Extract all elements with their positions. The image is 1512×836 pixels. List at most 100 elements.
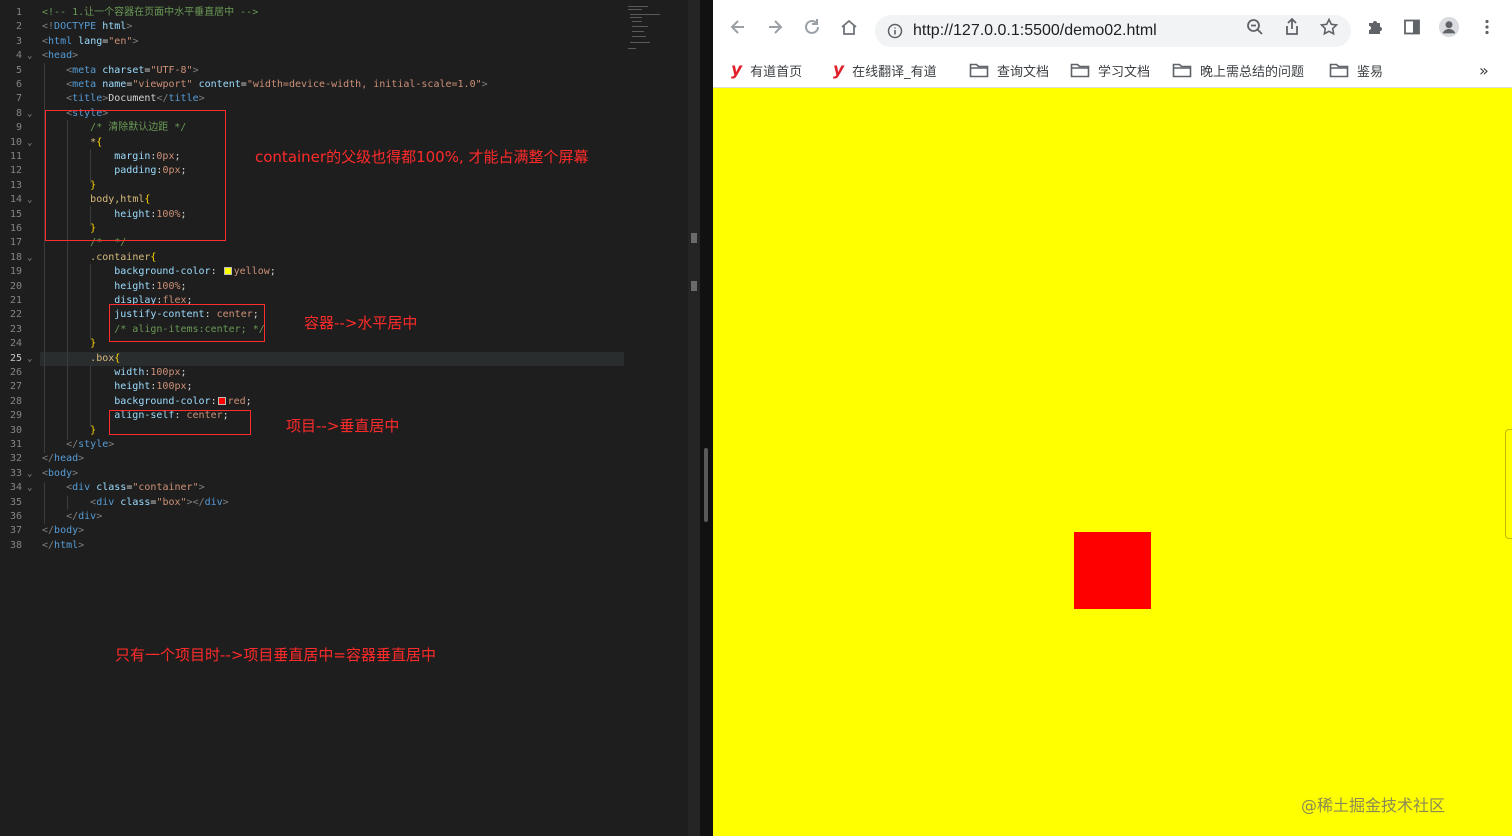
reload-icon <box>805 19 819 34</box>
code-line[interactable]: } <box>42 337 96 351</box>
code-token: > <box>481 79 488 90</box>
code-line[interactable]: </body> <box>42 524 84 538</box>
code-token: "container" <box>132 482 199 494</box>
code-line[interactable]: height:100px; <box>42 380 193 394</box>
code-line[interactable]: </html> <box>42 539 84 553</box>
code-token: 100px <box>150 367 181 378</box>
bookmark-folder-docs[interactable]: 查询文档 <box>969 52 1049 88</box>
share-button[interactable] <box>1281 16 1303 38</box>
code-token: title <box>168 93 199 105</box>
fold-chevron-icon[interactable]: ⌄ <box>27 251 32 265</box>
line-number: 33 <box>9 467 22 479</box>
code-token: ; <box>186 381 193 393</box>
code-token: class <box>120 496 151 508</box>
code-token: html <box>102 21 127 33</box>
code-token: name <box>102 79 127 90</box>
reload-button[interactable] <box>801 16 823 38</box>
line-number: 34 <box>9 482 22 494</box>
fold-chevron-icon[interactable]: ⌄ <box>27 107 32 121</box>
code-line[interactable]: <div class="container"> <box>42 481 205 495</box>
fold-chevron-icon[interactable]: ⌄ <box>27 136 32 150</box>
color-swatch[interactable] <box>223 267 232 276</box>
code-token: { <box>114 352 121 364</box>
code-line[interactable]: <!-- 1.让一个容器在页面中水平垂直居中 --> <box>42 6 258 20</box>
bookmark-youdao-home[interactable]: y 有道首页 <box>731 52 802 88</box>
code-line[interactable]: </div> <box>42 510 102 524</box>
page-viewport[interactable]: @稀土掘金技术社区 <box>713 89 1512 836</box>
extensions-button[interactable] <box>1364 16 1386 38</box>
code-line[interactable]: </head> <box>42 452 84 466</box>
zoom-button[interactable] <box>1244 16 1266 38</box>
code-line[interactable]: } <box>42 424 96 438</box>
code-line[interactable]: <head> <box>42 49 78 63</box>
code-token: </ <box>42 525 55 537</box>
more-bookmarks-button[interactable]: » <box>1479 52 1489 88</box>
code-token: charset <box>102 64 145 76</box>
code-token: div <box>72 482 91 494</box>
bookmark-youdao-translate[interactable]: y 在线翻译_有道 <box>833 52 937 88</box>
code-line[interactable]: <html lang="en"> <box>42 35 138 49</box>
code-token: div <box>78 511 97 522</box>
bookmark-folder-jianyi[interactable]: 鉴易 <box>1329 52 1383 88</box>
code-line[interactable]: height:100%; <box>42 280 187 294</box>
arrow-right-icon <box>769 20 783 34</box>
code-token: <!-- 1.让一个容器在页面中水平垂直居中 --> <box>42 7 259 18</box>
code-line[interactable]: <meta charset="UTF-8"> <box>42 64 199 78</box>
editor-scrollbar[interactable] <box>688 0 700 836</box>
code-line[interactable]: <!DOCTYPE html> <box>42 20 132 34</box>
fold-chevron-icon[interactable]: ⌄ <box>27 481 32 495</box>
browser-window: http://127.0.0.1:5500/demo02.html y 有道首页 <box>713 0 1512 836</box>
bookmark-folder-evening[interactable]: 晚上需总结的问题 <box>1172 52 1304 88</box>
code-token: background-color <box>114 395 211 407</box>
code-line[interactable]: </style> <box>42 438 114 452</box>
side-panel-button[interactable] <box>1401 16 1423 38</box>
minimap[interactable] <box>626 4 686 54</box>
fold-chevron-icon[interactable]: ⌄ <box>27 467 32 481</box>
fold-chevron-icon[interactable]: ⌄ <box>27 352 32 366</box>
code-line[interactable]: .container{ <box>42 251 156 265</box>
profile-button[interactable] <box>1438 16 1460 38</box>
bookmark-folder-study[interactable]: 学习文档 <box>1070 52 1150 88</box>
code-token: div <box>204 496 223 508</box>
code-line[interactable]: width:100px; <box>42 366 187 380</box>
fold-chevron-icon[interactable]: ⌄ <box>27 193 32 207</box>
code-token: > <box>72 50 79 62</box>
code-token: ; <box>180 280 187 292</box>
home-button[interactable] <box>838 16 860 38</box>
back-button[interactable] <box>727 16 749 38</box>
code-token: html <box>48 35 73 47</box>
split-divider[interactable] <box>700 0 713 836</box>
address-bar[interactable]: http://127.0.0.1:5500/demo02.html <box>875 15 1351 47</box>
code-token: DOCTYPE <box>54 21 97 33</box>
avatar-icon <box>1438 16 1460 38</box>
divider-handle[interactable] <box>704 448 708 522</box>
code-line[interactable]: background-color: yellow; <box>42 265 276 279</box>
code-line[interactable]: <meta name="viewport" content="width=dev… <box>42 78 488 92</box>
more-vert-icon <box>1485 19 1489 35</box>
info-icon[interactable] <box>887 23 903 39</box>
code-line[interactable]: .box{ <box>42 352 120 366</box>
code-token: </ <box>42 453 55 465</box>
line-number: 21 <box>9 295 22 306</box>
url-text[interactable]: http://127.0.0.1:5500/demo02.html <box>913 15 1157 47</box>
line-number: 26 <box>9 367 22 378</box>
menu-button[interactable] <box>1476 16 1498 38</box>
code-token: } <box>90 338 97 350</box>
code-editor[interactable]: 1 2 3 4 ⌄ 5 6 7 8 ⌄ 9 10 ⌄ 11 12 13 14 ⌄ 15 16 17 18 ⌄ 19 20 21 22… <box>0 0 700 836</box>
code-token: ; <box>180 367 187 378</box>
bookmark-label: 学习文档 <box>1098 64 1151 80</box>
page-scroll-indicator[interactable] <box>1505 429 1512 539</box>
annotation-vertical-center: 项目-->垂直居中 <box>286 417 400 435</box>
forward-button[interactable] <box>764 16 786 38</box>
code-line[interactable]: <body> <box>42 467 78 481</box>
fold-chevron-icon[interactable]: ⌄ <box>27 49 32 63</box>
code-line[interactable]: background-color: red; <box>42 395 251 409</box>
bookmark-star-button[interactable] <box>1318 16 1340 38</box>
line-number: 17 <box>9 237 22 249</box>
color-swatch[interactable] <box>217 396 226 405</box>
code-line[interactable]: <title>Document</title> <box>42 92 205 106</box>
code-line[interactable]: <div class="box"></div> <box>42 496 229 510</box>
